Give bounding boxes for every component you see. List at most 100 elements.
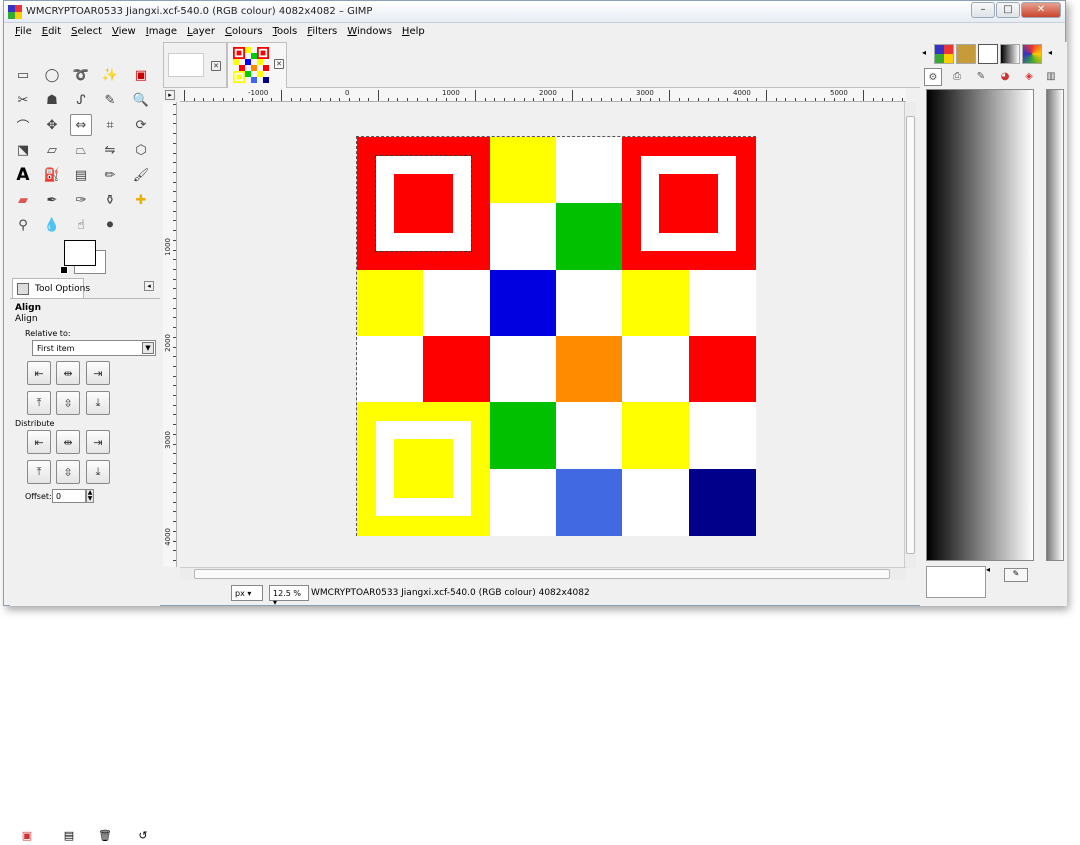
swatch-preview[interactable] — [926, 566, 986, 598]
airbrush-icon[interactable]: ✒ — [41, 189, 63, 211]
menu-file[interactable]: File — [10, 24, 37, 41]
align-center-button[interactable]: ⇹ — [56, 361, 80, 385]
bucket-fill-icon[interactable]: ⛽ — [41, 164, 63, 186]
smudge-icon[interactable]: ☝ — [70, 214, 92, 236]
maximize-button[interactable]: □ — [996, 2, 1020, 18]
ink-icon[interactable]: ✑ — [70, 189, 92, 211]
heal-icon[interactable]: ✚ — [130, 189, 152, 211]
fonts-icon[interactable]: ◕ — [996, 68, 1014, 86]
cage-transform-icon[interactable]: ⬡ — [130, 139, 152, 161]
select-by-color-icon[interactable]: ▣ — [130, 64, 152, 86]
distribute-left-button[interactable]: ⇤ — [27, 430, 51, 454]
unit-select[interactable]: px ▾ — [231, 585, 263, 601]
save-options-icon[interactable]: ▣ — [20, 829, 34, 843]
dock-arrow-icon[interactable]: ◂ — [986, 565, 990, 574]
menu-select[interactable]: Select — [66, 24, 107, 41]
paths-tab-icon[interactable] — [978, 44, 998, 64]
gradient-preview[interactable] — [926, 89, 1034, 561]
menu-tools[interactable]: Tools — [268, 24, 303, 41]
rotate-icon[interactable]: ⟳ — [130, 114, 152, 136]
quick-mask-arrow-icon[interactable]: ▸ — [165, 90, 175, 100]
free-select-icon[interactable]: ➰ — [70, 64, 92, 86]
foreground-color-swatch[interactable] — [64, 240, 96, 266]
crop-icon[interactable]: ⌗ — [99, 114, 121, 136]
reset-options-icon[interactable]: ↺ — [136, 829, 150, 843]
eraser-icon[interactable]: ▰ — [12, 189, 34, 211]
ellipse-select-icon[interactable]: ◯ — [41, 64, 63, 86]
align-left-button[interactable]: ⇤ — [27, 361, 51, 385]
measure-icon[interactable]: ⌒ — [12, 114, 34, 136]
menu-help[interactable]: Help — [397, 24, 430, 41]
paintbrush-icon[interactable]: 🖌 — [130, 164, 152, 186]
distribute-center-button[interactable]: ⇹ — [56, 430, 80, 454]
menu-filters[interactable]: Filters — [302, 24, 342, 41]
menu-windows[interactable]: Windows — [342, 24, 397, 41]
text-tool-icon[interactable]: A — [12, 164, 34, 186]
brushes-tab-icon[interactable] — [956, 44, 976, 64]
distribute-right-button[interactable]: ⇥ — [86, 430, 110, 454]
device-status-icon[interactable]: ⎙ — [948, 68, 966, 86]
vertical-ruler[interactable]: 1000 2000 3000 4000 — [163, 102, 177, 567]
fg-bg-color-selector[interactable] — [60, 240, 110, 276]
menu-view[interactable]: View — [107, 24, 141, 41]
menu-edit[interactable]: Edit — [37, 24, 66, 41]
menu-image[interactable]: Image — [141, 24, 182, 41]
dodge-burn-icon[interactable]: ⚫ — [99, 214, 121, 236]
zoom-icon[interactable]: 🔍 — [130, 89, 152, 111]
scale-icon[interactable]: ⬔ — [12, 139, 34, 161]
tool-options-tab[interactable]: Tool Options — [12, 278, 90, 298]
blend-icon[interactable]: ▤ — [70, 164, 92, 186]
flip-icon[interactable]: ⇋ — [99, 139, 121, 161]
minimize-button[interactable]: – — [971, 2, 995, 18]
close-icon[interactable]: ✕ — [274, 59, 284, 69]
panel-menu-arrow-icon[interactable]: ◂ — [144, 281, 154, 291]
relative-to-select[interactable]: First item ▼ — [32, 340, 156, 356]
vertical-scrollbar[interactable] — [904, 102, 916, 568]
tool-presets-icon[interactable]: ⚙ — [924, 68, 942, 86]
color-picker-icon[interactable]: ✎ — [99, 89, 121, 111]
align-bottom-button[interactable]: ⤓ — [86, 391, 110, 415]
palettes-tab-icon[interactable] — [1022, 44, 1042, 64]
horizontal-scroll-thumb[interactable] — [194, 569, 890, 579]
secondary-gradient-preview[interactable] — [1046, 89, 1064, 561]
horizontal-scrollbar[interactable] — [180, 567, 906, 580]
paint-dynamics-icon[interactable]: ✎ — [972, 68, 990, 86]
rect-select-icon[interactable]: ▭ — [12, 64, 34, 86]
move-icon[interactable]: ✥ — [41, 114, 63, 136]
perspective-clone-icon[interactable]: ⚲ — [12, 214, 34, 236]
dock-arrow-icon[interactable]: ◂ — [922, 48, 926, 57]
image-canvas[interactable] — [178, 103, 906, 568]
zoom-select[interactable]: 12.5 % ▾ — [269, 585, 309, 607]
scissors-select-icon[interactable]: ✂ — [12, 89, 34, 111]
pencil-icon[interactable]: ✏ — [99, 164, 121, 186]
qr-code-image[interactable] — [356, 136, 756, 536]
paths-icon[interactable]: ᔑ — [70, 89, 92, 111]
images-tab-icon[interactable] — [934, 44, 954, 64]
align-right-button[interactable]: ⇥ — [86, 361, 110, 385]
delete-options-icon[interactable]: 🗑 — [98, 829, 112, 843]
align-top-button[interactable]: ⤒ — [27, 391, 51, 415]
gradients-tab-icon[interactable] — [1000, 44, 1020, 64]
distribute-bottom-button[interactable]: ⤓ — [86, 460, 110, 484]
close-button[interactable]: ✕ — [1021, 2, 1061, 18]
distribute-middle-button[interactable]: ⇳ — [56, 460, 80, 484]
restore-options-icon[interactable]: ▤ — [62, 829, 76, 843]
image-tab-blank[interactable]: ✕ — [163, 42, 227, 87]
image-tab-qr[interactable]: ✕ — [227, 42, 287, 88]
close-icon[interactable]: ✕ — [211, 61, 221, 71]
edit-button[interactable]: ✎ — [1004, 568, 1028, 582]
offset-input[interactable]: 0 — [52, 489, 86, 503]
blur-icon[interactable]: 💧 — [41, 214, 63, 236]
colors-icon[interactable]: ◈ — [1020, 68, 1038, 86]
horizontal-ruler[interactable]: -1000 0 1000 2000 3000 4000 5000 — [180, 88, 906, 102]
align-icon[interactable]: ⇔ — [70, 114, 92, 136]
dock-menu-icon[interactable]: ◂ — [1048, 48, 1052, 57]
perspective-icon[interactable]: ⏢ — [70, 139, 92, 161]
default-colors-icon[interactable] — [60, 266, 68, 274]
fuzzy-select-icon[interactable]: ✨ — [99, 64, 121, 86]
distribute-top-button[interactable]: ⤒ — [27, 460, 51, 484]
menu-layer[interactable]: Layer — [182, 24, 220, 41]
patterns-icon[interactable]: ▥ — [1042, 68, 1060, 86]
foreground-select-icon[interactable]: ☗ — [41, 89, 63, 111]
align-middle-button[interactable]: ⇳ — [56, 391, 80, 415]
